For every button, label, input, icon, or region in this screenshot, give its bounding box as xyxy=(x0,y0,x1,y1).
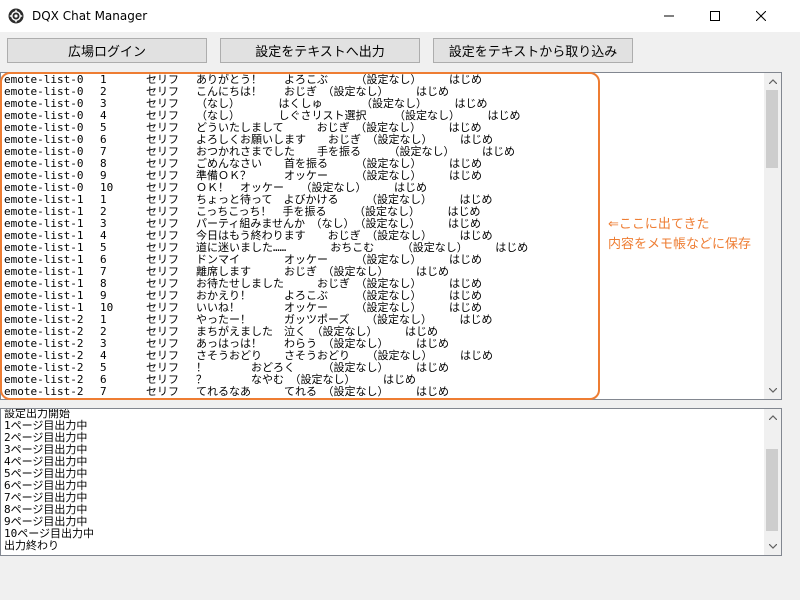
close-icon xyxy=(756,11,766,21)
emote-text: てれるなあ てれる （設定なし） はじめ xyxy=(196,385,449,398)
minimize-icon xyxy=(664,15,674,17)
log-lines: 設定出力開始 1ページ目出力中 2ページ目出力中 3ページ目出力中 4ページ目出力中 5ペ… xyxy=(4,409,94,552)
window-title: DQX Chat Manager xyxy=(32,9,148,23)
emote-type: セリフ xyxy=(146,385,179,398)
annotation-line-2: 内容をメモ帳などに保存 xyxy=(608,237,752,252)
title-bar: DQX Chat Manager xyxy=(0,0,800,32)
emote-number: 7 xyxy=(100,385,107,398)
export-settings-button[interactable]: 設定をテキストへ出力 xyxy=(220,38,420,63)
log-scroll-down-button[interactable] xyxy=(764,538,781,555)
chevron-up-icon xyxy=(768,79,777,84)
log-scroll-up-button[interactable] xyxy=(764,409,781,426)
progress-log[interactable]: 設定出力開始 1ページ目出力中 2ページ目出力中 3ページ目出力中 4ページ目出力中 5ペ… xyxy=(0,408,782,556)
top-scroll-thumb[interactable] xyxy=(766,90,778,168)
scroll-up-button[interactable] xyxy=(764,73,781,90)
login-button[interactable]: 広場ログイン xyxy=(7,38,207,63)
minimize-button[interactable] xyxy=(646,0,692,32)
emote-list-name: emote-list-2 xyxy=(4,385,84,398)
maximize-button[interactable] xyxy=(692,0,738,32)
app-gear-icon xyxy=(8,8,24,24)
chevron-up-icon xyxy=(768,415,777,420)
log-line: 出力終わり xyxy=(4,539,59,552)
save-instruction-annotation: ⇐ここに出てきた 内容をメモ帳などに保存 xyxy=(608,215,788,255)
import-settings-button[interactable]: 設定をテキストから取り込み xyxy=(433,38,633,63)
chevron-down-icon xyxy=(768,388,777,393)
list-item: emote-list-2 7 セリフ てれるなあ てれる （設定なし） はじめ xyxy=(4,386,764,398)
annotation-line-1: ⇐ここに出てきた xyxy=(608,217,710,232)
chevron-down-icon xyxy=(768,544,777,549)
log-scrollbar[interactable] xyxy=(764,409,781,555)
log-scroll-thumb[interactable] xyxy=(766,449,778,531)
scroll-down-button[interactable] xyxy=(764,382,781,399)
maximize-icon xyxy=(710,11,720,21)
close-button[interactable] xyxy=(738,0,784,32)
